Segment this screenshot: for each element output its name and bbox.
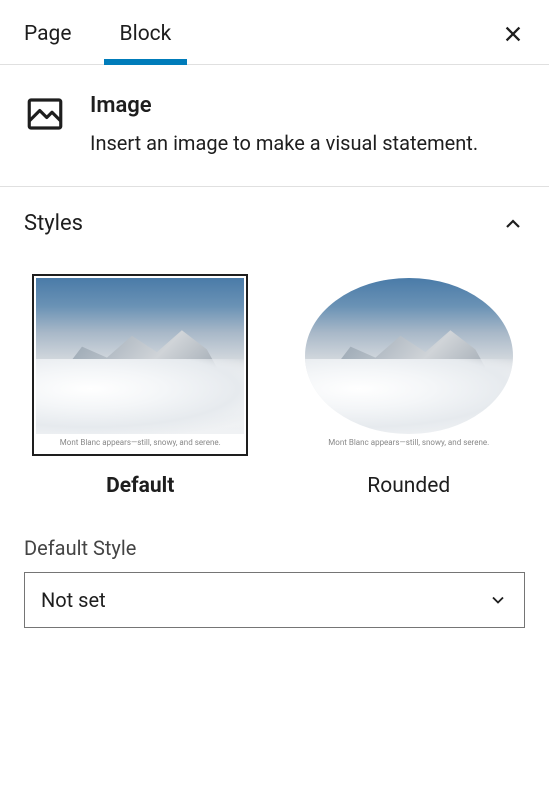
styles-options: Mont Blanc appears—still, snowy, and ser… xyxy=(24,274,525,498)
close-icon xyxy=(502,23,524,45)
style-label-default: Default xyxy=(106,474,174,498)
style-preview-caption: Mont Blanc appears—still, snowy, and ser… xyxy=(328,438,489,447)
chevron-down-icon xyxy=(488,590,508,610)
image-block-icon xyxy=(24,93,66,135)
default-style-select[interactable]: Not set xyxy=(24,572,525,628)
style-option-rounded[interactable]: Mont Blanc appears—still, snowy, and ser… xyxy=(293,274,526,498)
styles-panel: Styles Mont Blanc appears—still, snowy, … xyxy=(0,187,549,652)
style-option-default[interactable]: Mont Blanc appears—still, snowy, and ser… xyxy=(24,274,257,498)
styles-panel-toggle[interactable]: Styles xyxy=(24,211,525,236)
block-description: Insert an image to make a visual stateme… xyxy=(90,128,525,158)
style-label-rounded: Rounded xyxy=(367,474,450,498)
style-preview-default: Mont Blanc appears—still, snowy, and ser… xyxy=(32,274,248,456)
settings-tabs: Page Block xyxy=(0,0,549,65)
tab-page[interactable]: Page xyxy=(0,0,96,64)
tab-block[interactable]: Block xyxy=(96,0,196,64)
default-style-value: Not set xyxy=(41,588,106,612)
styles-panel-title: Styles xyxy=(24,211,83,236)
chevron-up-icon xyxy=(501,212,525,236)
block-title: Image xyxy=(90,93,525,118)
block-info: Image Insert an image to make a visual s… xyxy=(0,65,549,187)
block-info-text: Image Insert an image to make a visual s… xyxy=(90,93,525,158)
style-preview-rounded: Mont Blanc appears—still, snowy, and ser… xyxy=(301,274,517,456)
style-preview-image xyxy=(305,278,513,434)
default-style-label: Default Style xyxy=(24,536,525,560)
style-preview-image xyxy=(36,278,244,434)
style-preview-caption: Mont Blanc appears—still, snowy, and ser… xyxy=(60,438,221,447)
close-button[interactable] xyxy=(497,18,529,50)
